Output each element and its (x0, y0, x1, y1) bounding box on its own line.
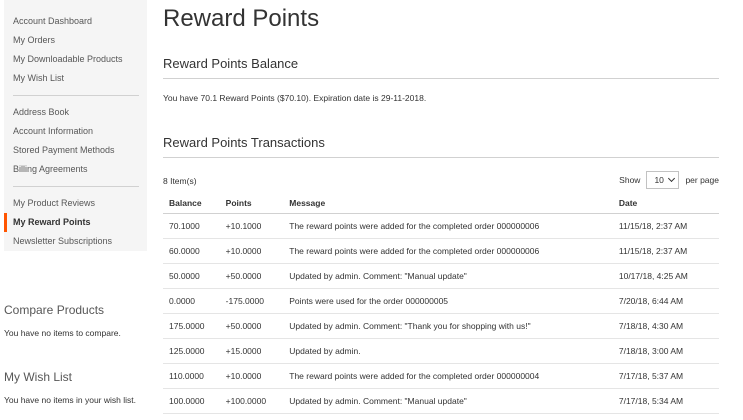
sidebar-item-account-dashboard[interactable]: Account Dashboard (4, 12, 147, 31)
cell-message: Updated by admin. Comment: "Manual updat… (283, 388, 613, 414)
transactions-table: Balance Points Message Date 70.1000 +10.1… (163, 192, 719, 414)
sidebar-item-billing-agreements[interactable]: Billing Agreements (4, 160, 147, 179)
cell-points: +10.0000 (219, 363, 284, 389)
cell-points: +10.0000 (219, 238, 284, 264)
cell-message: The reward points were added for the com… (283, 363, 613, 389)
cell-points: +100.0000 (219, 388, 284, 414)
cell-date: 7/17/18, 5:37 AM (612, 363, 719, 389)
sidebar-item-my-product-reviews[interactable]: My Product Reviews (4, 194, 147, 213)
chevron-down-icon (668, 174, 676, 183)
table-row: 100.0000 +100.0000 Updated by admin. Comme… (163, 388, 719, 414)
cell-date: 11/15/18, 2:37 AM (612, 238, 719, 264)
page-title: Reward Points (163, 5, 320, 32)
limiter-value: 10 (654, 175, 664, 185)
table-row: 110.0000 +10.0000 The reward points were a… (163, 363, 719, 389)
limiter-show-label: Show (619, 175, 641, 185)
cell-date: 11/15/18, 2:37 AM (612, 213, 719, 239)
header-message: Message (283, 192, 613, 214)
cell-balance: 175.0000 (163, 313, 220, 339)
cell-balance: 100.0000 (163, 388, 220, 414)
sidebar-item-my-downloadable-products[interactable]: My Downloadable Products (4, 50, 147, 69)
transactions-toolbar: 8 Item(s) Show 10 per page (163, 170, 719, 192)
cell-points: +10.1000 (219, 213, 284, 239)
cell-balance: 70.1000 (163, 213, 220, 239)
table-header-row: Balance Points Message Date (163, 192, 719, 214)
compare-products-title: Compare Products (4, 303, 105, 317)
nav-divider (13, 186, 139, 187)
sidebar-item-stored-payment-methods[interactable]: Stored Payment Methods (4, 141, 147, 160)
cell-balance: 50.0000 (163, 263, 220, 289)
cell-message: Updated by admin. Comment: "Thank you fo… (283, 313, 613, 339)
table-row: 60.0000 +10.0000 The reward points were ad… (163, 238, 719, 264)
cell-message: The reward points were added for the com… (283, 238, 613, 264)
table-row: 0.0000 -175.0000 Points were used for the … (163, 288, 719, 314)
sidebar-item-my-wish-list[interactable]: My Wish List (4, 69, 147, 88)
page-limiter: Show 10 per page (619, 171, 719, 189)
limiter-select[interactable]: 10 (646, 171, 680, 189)
cell-points: +50.0000 (219, 313, 284, 339)
cell-message: Points were used for the order 000000005 (283, 288, 613, 314)
cell-message: The reward points were added for the com… (283, 213, 613, 239)
wishlist-block: My Wish List You have no items in your w… (4, 370, 164, 406)
header-date: Date (612, 192, 719, 214)
item-count: 8 Item(s) (163, 176, 197, 186)
sidebar-item-newsletter-subscriptions[interactable]: Newsletter Subscriptions (4, 232, 147, 251)
header-points: Points (219, 192, 284, 214)
wishlist-title: My Wish List (4, 370, 73, 384)
cell-balance: 110.0000 (163, 363, 220, 389)
table-row: 70.1000 +10.1000 The reward points were ad… (163, 213, 719, 239)
table-row: 175.0000 +50.0000 Updated by admin. Commen… (163, 313, 719, 339)
cell-balance: 125.0000 (163, 338, 220, 364)
sidebar-item-address-book[interactable]: Address Book (4, 103, 147, 122)
sidebar-item-account-information[interactable]: Account Information (4, 122, 147, 141)
sidebar-item-my-reward-points[interactable]: My Reward Points (4, 213, 147, 232)
compare-products-empty-text: You have no items to compare. (4, 328, 121, 338)
compare-products-block: Compare Products You have no items to co… (4, 303, 164, 339)
account-sidebar-nav: Account Dashboard My Orders My Downloadabl… (4, 0, 147, 251)
cell-date: 10/17/18, 4:25 AM (612, 263, 719, 289)
cell-message: Updated by admin. Comment: "Manual updat… (283, 263, 613, 289)
header-balance: Balance (163, 192, 220, 214)
wishlist-empty-text: You have no items in your wish list. (4, 395, 136, 405)
limiter-per-page-label: per page (685, 175, 719, 185)
cell-points: -175.0000 (219, 288, 284, 314)
transactions-section-title: Reward Points Transactions (163, 134, 719, 158)
table-row: 50.0000 +50.0000 Updated by admin. Comment… (163, 263, 719, 289)
cell-balance: 0.0000 (163, 288, 220, 314)
cell-message: Updated by admin. (283, 338, 613, 364)
balance-section-title: Reward Points Balance (163, 55, 719, 79)
cell-date: 7/20/18, 6:44 AM (612, 288, 719, 314)
balance-text: You have 70.1 Reward Points ($70.10). Ex… (163, 93, 427, 103)
cell-date: 7/17/18, 5:34 AM (612, 388, 719, 414)
sidebar-item-my-orders[interactable]: My Orders (4, 31, 147, 50)
cell-points: +50.0000 (219, 263, 284, 289)
cell-date: 7/18/18, 4:30 AM (612, 313, 719, 339)
cell-date: 7/18/18, 3:00 AM (612, 338, 719, 364)
table-row: 125.0000 +15.0000 Updated by admin. 7/18/18… (163, 338, 719, 364)
transactions-table-body: 70.1000 +10.1000 The reward points were ad… (163, 213, 719, 414)
cell-balance: 60.0000 (163, 238, 220, 264)
cell-points: +15.0000 (219, 338, 284, 364)
reward-points-page: Account Dashboard My Orders My Downloadabl… (0, 0, 743, 420)
nav-divider (13, 95, 139, 96)
